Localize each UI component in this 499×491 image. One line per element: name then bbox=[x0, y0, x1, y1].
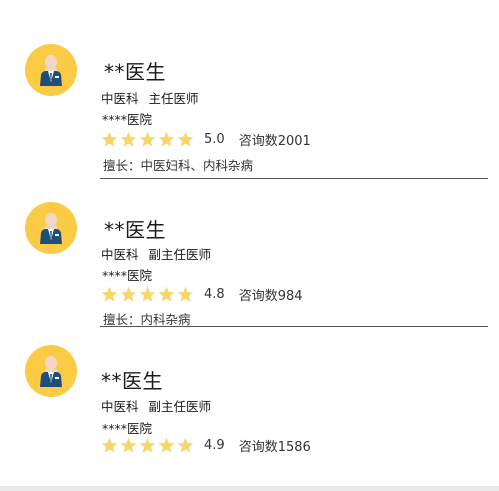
star-icon bbox=[101, 437, 118, 453]
star-icon bbox=[158, 437, 175, 453]
doctor-name: **医生 bbox=[101, 369, 163, 393]
doctor-position: 副主任医师 bbox=[148, 399, 212, 414]
doctor-avatar-icon bbox=[25, 345, 77, 397]
doctor-department: 中医科 bbox=[101, 399, 139, 414]
doctor-title: 中医科 副主任医师 bbox=[101, 396, 211, 415]
star-icon bbox=[139, 437, 156, 453]
star-icon bbox=[120, 437, 137, 453]
bottom-bar bbox=[0, 486, 499, 491]
rating-score: 4.9 bbox=[204, 437, 225, 453]
rating-row: 4.9 咨询数1586 bbox=[101, 435, 311, 455]
star-icon bbox=[177, 437, 194, 453]
doctor-card[interactable]: **医生 中医科 副主任医师 ****医院 4.9 咨询数1586 bbox=[0, 0, 499, 480]
rating-stars bbox=[101, 437, 196, 454]
consult-count: 咨询数1586 bbox=[238, 439, 311, 455]
